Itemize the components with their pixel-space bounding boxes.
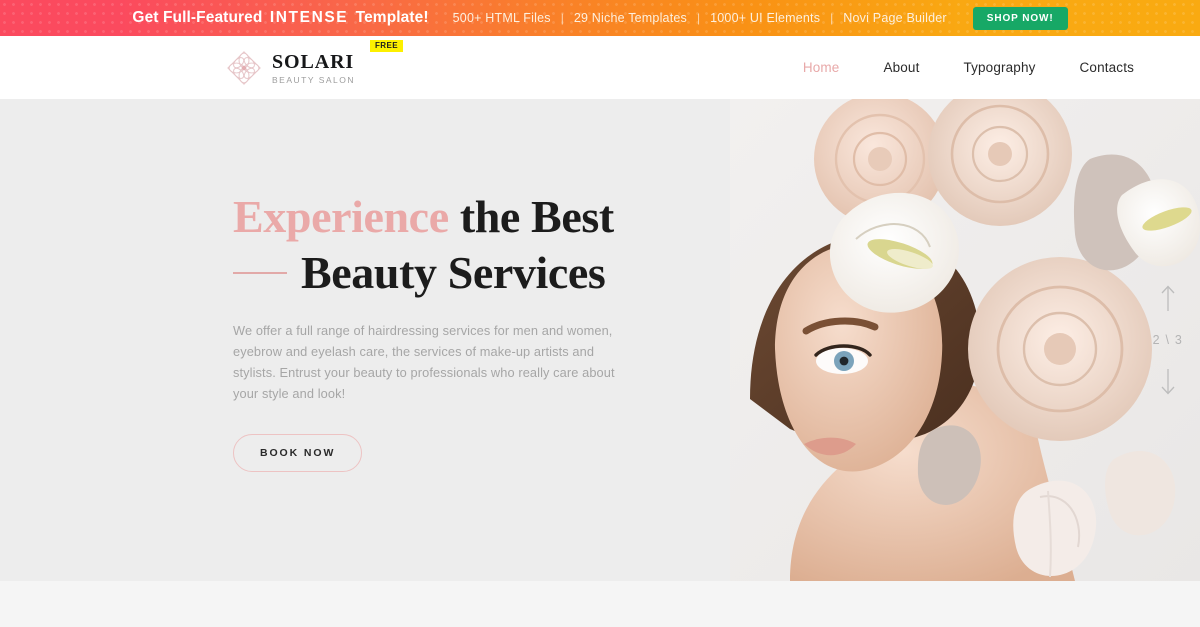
- hero-copy: Experience the Best Beauty Services We o…: [233, 99, 653, 581]
- arrow-down-icon[interactable]: [1159, 367, 1177, 397]
- promo-feature-page-builder: Novi Page Builder: [843, 11, 947, 25]
- hero-heading-line2-wrap: Beauty Services: [233, 250, 653, 296]
- nav-item-typography[interactable]: Typography: [941, 60, 1057, 75]
- nav-item-home[interactable]: Home: [781, 60, 862, 75]
- promo-banner: Get Full-Featured INTENSE Template! 500+…: [0, 0, 1200, 36]
- brand-tagline: BEAUTY SALON: [272, 75, 356, 86]
- below-hero-section: [0, 581, 1200, 627]
- promo-separator: |: [696, 11, 701, 25]
- slide-counter: 2 \ 3: [1152, 333, 1183, 347]
- hero-heading-accent: Experience: [233, 191, 449, 243]
- site-header: SOLARI BEAUTY SALON FREE Home About Typo…: [0, 36, 1200, 99]
- nav-item-contacts[interactable]: Contacts: [1058, 60, 1156, 75]
- slider-navigation: 2 \ 3: [1153, 283, 1183, 397]
- promo-feature-html-files: 500+ HTML Files: [452, 11, 551, 25]
- promo-content: Get Full-Featured INTENSE Template! 500+…: [132, 6, 1068, 30]
- promo-separator: |: [830, 11, 834, 25]
- hero-heading-rest: the Best: [459, 191, 614, 243]
- hero-heading: Experience the Best Beauty Services: [233, 194, 653, 296]
- hero-image-woman-with-flowers: [730, 99, 1200, 581]
- promo-title-brand: INTENSE: [269, 9, 349, 26]
- hero-heading-line2: Beauty Services: [301, 247, 606, 299]
- free-badge: FREE: [370, 40, 403, 53]
- brand-text: SOLARI BEAUTY SALON FREE: [272, 40, 403, 86]
- hero-section: Experience the Best Beauty Services We o…: [0, 99, 1200, 581]
- main-navigation: Home About Typography Contacts: [781, 60, 1156, 75]
- book-now-button[interactable]: BOOK NOW: [233, 434, 363, 472]
- promo-feature-ui-elements: 1000+ UI Elements: [710, 11, 821, 25]
- shop-now-button[interactable]: SHOP NOW!: [972, 6, 1068, 30]
- nav-item-about[interactable]: About: [861, 60, 941, 75]
- promo-title-prefix: Get Full-Featured: [132, 9, 263, 26]
- arrow-up-icon[interactable]: [1159, 283, 1177, 313]
- promo-separator: |: [560, 11, 564, 25]
- hero-accent-dash: [233, 272, 287, 275]
- promo-title-suffix: Template!: [355, 9, 429, 26]
- flower-mandala-icon: [225, 49, 263, 87]
- hero-paragraph: We offer a full range of hairdressing se…: [233, 323, 615, 402]
- brand-name: SOLARI: [272, 51, 355, 74]
- promo-feature-niche-templates: 29 Niche Templates: [573, 11, 687, 25]
- promo-title: Get Full-Featured INTENSE Template!: [132, 9, 428, 27]
- brand-logo[interactable]: SOLARI BEAUTY SALON FREE: [225, 40, 403, 87]
